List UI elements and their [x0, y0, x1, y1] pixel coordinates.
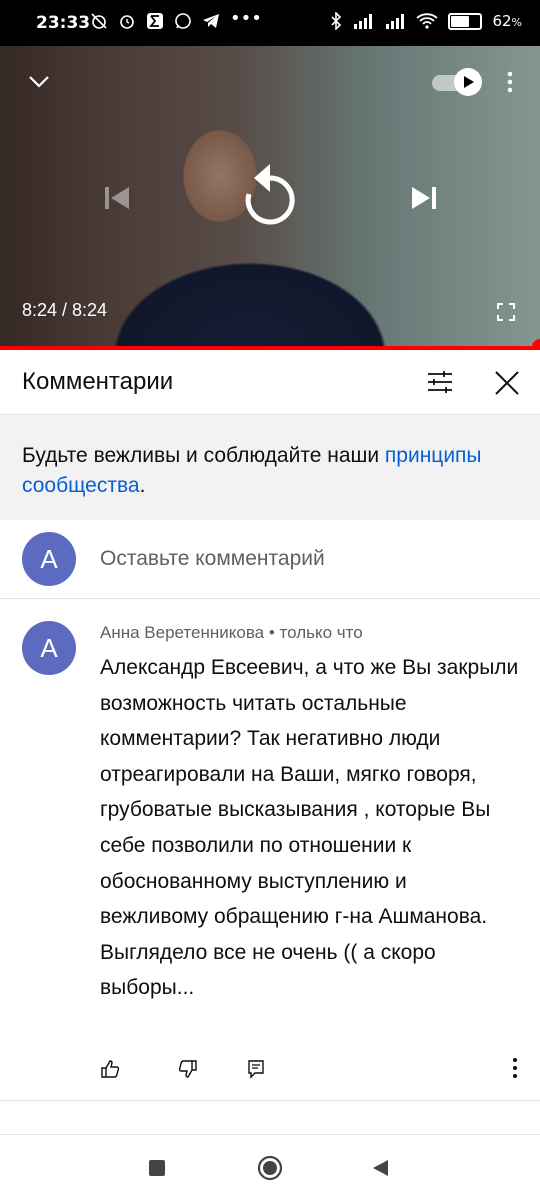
comments-header: Комментарии	[0, 350, 540, 415]
whatsapp-icon	[175, 13, 191, 29]
wifi-icon	[416, 13, 439, 29]
close-icon[interactable]	[494, 370, 520, 396]
battery-percent: 62%	[492, 12, 522, 30]
comment-item: A Анна Веретенникова • только что Алекса…	[0, 599, 540, 1101]
status-time: 23:33	[36, 13, 91, 33]
recents-icon[interactable]	[149, 1160, 165, 1176]
notification-icons: •••	[90, 8, 262, 30]
signal-icon	[386, 14, 405, 29]
alarm-icon	[120, 15, 134, 29]
comment-actions	[100, 1057, 530, 1081]
sort-filter-icon[interactable]	[426, 370, 454, 394]
minimize-chevron-icon[interactable]	[26, 72, 52, 90]
bluetooth-icon	[331, 12, 342, 30]
video-player[interactable]: 8:24 / 8:24	[0, 46, 540, 348]
back-icon[interactable]	[371, 1159, 389, 1177]
notice-text: Будьте вежливы и соблюдайте наши принцип…	[22, 444, 482, 497]
comment-author-avatar[interactable]: A	[22, 621, 76, 675]
home-icon[interactable]	[257, 1155, 283, 1181]
community-guidelines-notice: Будьте вежливы и соблюдайте наши принцип…	[0, 415, 540, 520]
comment-meta: Анна Веретенникова • только что	[100, 623, 363, 642]
fullscreen-icon[interactable]	[497, 303, 515, 321]
add-comment-input[interactable]: Оставьте комментарий	[100, 547, 325, 571]
battery-icon	[448, 12, 483, 30]
system-icons: 62%	[330, 12, 522, 30]
user-avatar: A	[22, 532, 76, 586]
status-bar: 23:33 ••• 62%	[0, 0, 540, 46]
comment-time: только что	[279, 623, 363, 642]
play-icon	[464, 76, 474, 88]
like-icon[interactable]	[100, 1059, 120, 1079]
autoplay-toggle[interactable]	[432, 68, 484, 96]
more-vertical-icon[interactable]	[506, 70, 514, 94]
comment-author[interactable]: Анна Веретенникова	[100, 623, 264, 642]
comment-text: Александр Евсеевич, а что же Вы закрыли …	[100, 656, 519, 1000]
comment-more-icon[interactable]	[512, 1057, 518, 1079]
alarm-off-icon	[91, 13, 107, 29]
time-display: 8:24 / 8:24	[22, 300, 108, 320]
next-icon[interactable]	[410, 184, 438, 212]
reply-icon[interactable]	[247, 1059, 265, 1079]
comments-title: Комментарии	[22, 368, 174, 395]
more-dots-icon: •••	[230, 8, 262, 29]
telegram-icon	[203, 14, 219, 28]
sigma-app-icon	[147, 13, 163, 29]
previous-icon[interactable]	[103, 184, 131, 212]
replay-icon[interactable]	[240, 164, 300, 230]
battery-fill	[451, 15, 469, 27]
system-nav-bar	[0, 1134, 540, 1201]
signal-icon	[354, 14, 373, 29]
add-comment-row[interactable]: A Оставьте комментарий	[0, 520, 540, 599]
dislike-icon[interactable]	[178, 1059, 198, 1079]
